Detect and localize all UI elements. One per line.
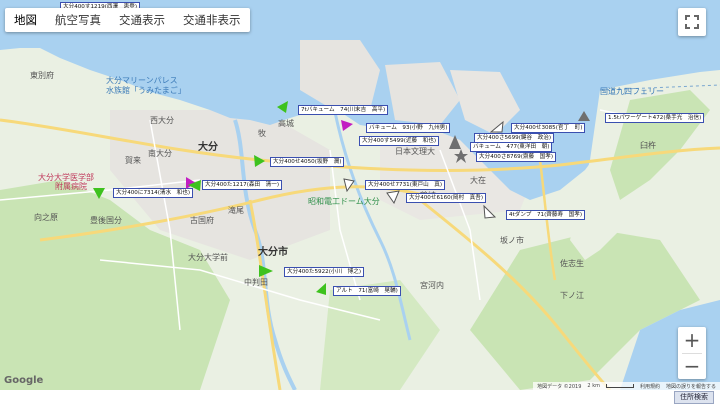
place-ferry: 国道九四フェリー: [600, 87, 664, 96]
terms-link[interactable]: 利用規約: [640, 383, 660, 390]
tab-aerial[interactable]: 航空写真: [46, 8, 110, 32]
vehicle-label[interactable]: 4tダンプ 71(齊藤寿 国孝): [506, 210, 586, 220]
place-shimonoe: 下ノ江: [560, 291, 584, 300]
vehicle-label[interactable]: 7tバキューム 74(川末吉 高平): [298, 105, 389, 115]
bottom-strip: [0, 390, 720, 403]
place-oita-univ-hosp-sub: 附属病院: [55, 182, 87, 191]
vehicle-marker-green-icon[interactable]: [92, 186, 106, 200]
report-error-link[interactable]: 地図の誤りを報告する: [666, 383, 716, 390]
google-logo: Google: [4, 375, 44, 386]
map-type-tabs: 地図 航空写真 交通表示 交通非表示: [5, 8, 250, 32]
fullscreen-button[interactable]: [678, 8, 706, 36]
place-nishioita: 西大分: [150, 116, 174, 125]
place-maki: 牧: [258, 129, 266, 138]
vehicle-marker-green-icon[interactable]: [258, 264, 274, 278]
place-oita-univ-mae: 大分大学前: [188, 253, 228, 262]
map-base-layer: [0, 0, 720, 390]
map-data-credit: 地図データ ©2019: [537, 383, 582, 390]
place-miyako: 宮河内: [420, 281, 444, 290]
vehicle-marker-magenta-icon[interactable]: [340, 118, 354, 132]
place-higashibetsufu: 東別府: [30, 71, 54, 80]
vehicle-marker-gray-icon[interactable]: [577, 110, 591, 122]
place-marine-palace-sub: 水族館「うみたまご」: [106, 86, 186, 95]
zoom-in-button[interactable]: +: [678, 327, 706, 353]
vehicle-marker-green-icon[interactable]: [252, 154, 266, 168]
fullscreen-icon: [685, 15, 699, 29]
vehicle-marker-outline-icon[interactable]: [490, 120, 504, 134]
vehicle-label[interactable]: 大分400せ4050(坂野 潤): [270, 157, 345, 167]
place-saganoseki: 佐志生: [560, 259, 584, 268]
vehicle-label[interactable]: アルト 71(富崎 晃輔): [333, 286, 401, 296]
vehicle-label[interactable]: 大分400さ8769(齋藤 国孝): [476, 152, 557, 162]
place-sakanoichi: 坂ノ市: [500, 236, 524, 245]
place-sekiguchi: 賀来: [125, 156, 141, 165]
place-nakahanda: 中判田: [244, 278, 268, 287]
tab-traffic-on[interactable]: 交通表示: [110, 8, 174, 32]
place-oita: 大分: [198, 142, 218, 153]
place-takio: 滝尾: [228, 206, 244, 215]
vehicle-label[interactable]: バキューム 93(小野 九州男): [366, 123, 451, 133]
address-search-button[interactable]: 住所検索: [674, 391, 714, 404]
vehicle-marker-outline-icon[interactable]: [386, 190, 400, 204]
tab-traffic-off[interactable]: 交通非表示: [174, 8, 250, 32]
vehicle-label[interactable]: 大分400せ7731(東戸山 真): [365, 180, 446, 190]
vehicle-marker-green-icon[interactable]: [314, 282, 328, 296]
vehicle-marker-outline-icon[interactable]: [342, 178, 356, 192]
vehicle-label[interactable]: 1.5tパワーゲート472(桑手光 治信): [605, 113, 705, 123]
vehicle-label[interactable]: 大分400た5922(小川 博之): [284, 267, 365, 277]
tab-map[interactable]: 地図: [5, 8, 46, 32]
vehicle-label[interactable]: 大分400せ6160(岡村 真吾): [406, 193, 487, 203]
place-kozuru: 古国府: [190, 216, 214, 225]
vehicle-label[interactable]: 大分400す5499(近藤 和也): [359, 136, 440, 146]
scale-bar: [605, 384, 634, 388]
vehicle-label[interactable]: 大分400せ3085(官丁 町): [511, 123, 586, 133]
place-showa-denko-dome: 昭和電工ドーム大分: [308, 197, 380, 206]
place-oita-city: 大分市: [258, 247, 288, 258]
place-minami-oita: 南大分: [148, 149, 172, 158]
place-usuki: 臼杵: [640, 141, 656, 150]
zoom-out-button[interactable]: −: [678, 353, 706, 379]
place-ozai: 大在: [470, 176, 486, 185]
map-attribution: 地図データ ©2019 2 km 利用規約 地図の誤りを報告する: [533, 382, 720, 390]
vehicle-marker-green-icon[interactable]: [275, 100, 289, 114]
vehicle-label[interactable]: 大分400に7314(清水 和也): [113, 188, 194, 198]
map-canvas[interactable]: 大分市 大分マリーンパレス 水族館「うみたまご」 東別府 西大分 大分 高城 牧…: [0, 0, 720, 390]
place-mukainohara: 向之原: [34, 213, 58, 222]
vehicle-label[interactable]: バキューム 477(東洋田 朝): [470, 142, 553, 152]
place-nippon-bunri: 日本文理大: [395, 147, 435, 156]
vehicle-marker-gray-star-icon[interactable]: [453, 148, 469, 164]
vehicle-marker-green-icon[interactable]: [186, 178, 202, 192]
zoom-control: + −: [678, 327, 706, 379]
scale-label: 2 km: [587, 383, 600, 389]
place-takajo: 高城: [278, 119, 294, 128]
vehicle-marker-outline-icon[interactable]: [482, 205, 496, 219]
place-buntoyo: 豊後国分: [90, 216, 122, 225]
vehicle-label[interactable]: 大分400た1217(森田 清一): [202, 180, 283, 190]
